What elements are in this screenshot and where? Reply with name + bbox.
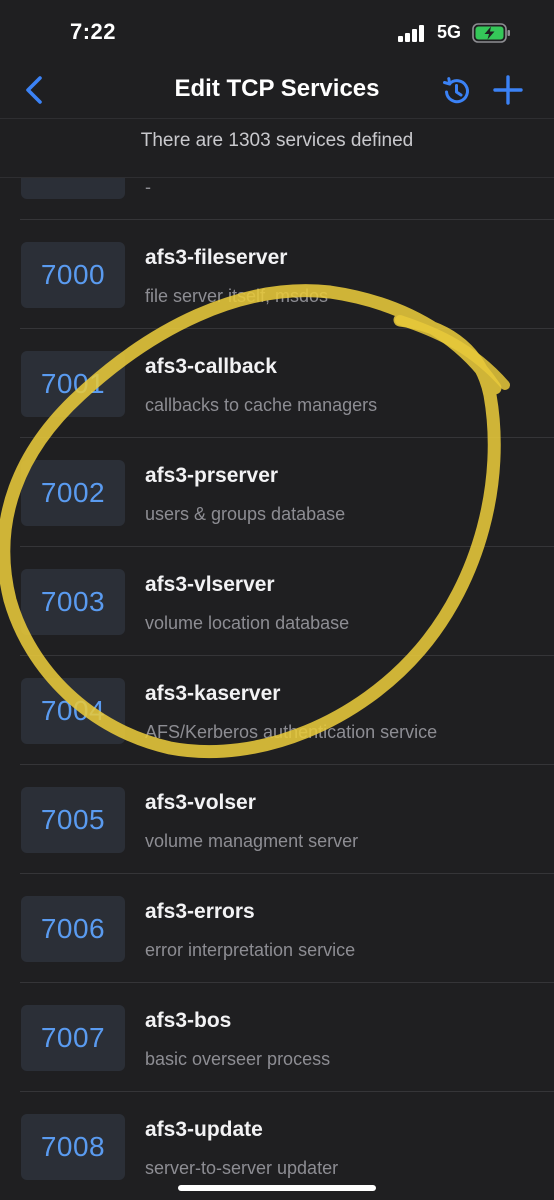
plus-icon: [493, 75, 523, 105]
port-number-badge: 7008: [21, 1114, 125, 1180]
port-number-badge: 7000: [21, 242, 125, 308]
service-name: afs3-callback: [145, 355, 277, 378]
service-description: AFS/Kerberos authentication service: [145, 722, 438, 742]
port-number-badge: 7006: [21, 896, 125, 962]
history-button[interactable]: [438, 73, 474, 109]
service-name: afs3-kaserver: [145, 682, 281, 705]
service-row[interactable]: 7007 afs3-bos basic overseer process: [0, 983, 554, 1092]
service-name: afs3-prserver: [145, 464, 279, 487]
service-row[interactable]: 7000 afs3-fileserver file server itself, m…: [0, 220, 554, 329]
port-number-badge: 7007: [21, 1005, 125, 1071]
service-description: volume location database: [145, 613, 350, 633]
navigation-bar: Edit TCP Services: [0, 62, 554, 119]
service-name: afs3-vlserver: [145, 573, 275, 596]
service-name: afs3-errors: [145, 900, 255, 923]
home-indicator[interactable]: [178, 1185, 376, 1191]
add-service-button[interactable]: [490, 72, 526, 108]
history-icon: [443, 77, 469, 104]
service-name: afs3-fileserver: [145, 246, 288, 269]
service-row[interactable]: 7008 afs3-update server-to-server updater: [0, 1092, 554, 1200]
status-bar: 7:22 5G: [0, 0, 554, 62]
service-description: -: [145, 177, 151, 197]
battery-charging-icon: [472, 23, 510, 43]
port-number-badge: 7001: [21, 351, 125, 417]
port-number-badge: 7002: [21, 460, 125, 526]
port-number-badge: 7005: [21, 787, 125, 853]
service-row[interactable]: 7001 afs3-callback callbacks to cache mana…: [0, 329, 554, 438]
network-type-label: 5G: [437, 22, 462, 42]
service-row[interactable]: 7005 afs3-volser volume managment server: [0, 765, 554, 874]
port-number-badge: 7003: [21, 569, 125, 635]
port-number-badge: 7004: [21, 678, 125, 744]
service-row[interactable]: 7003 afs3-vlserver volume location databas…: [0, 547, 554, 656]
status-time: 7:22: [70, 19, 117, 44]
services-list-content: 6969- 7000 afs3-fileserver file server itse…: [0, 177, 554, 1200]
service-row[interactable]: 7004 afs3-kaserver AFS/Kerberos authentica…: [0, 656, 554, 765]
port-number-badge: 6969: [21, 178, 125, 199]
service-description: callbacks to cache managers: [145, 395, 378, 415]
service-row[interactable]: 7006 afs3-errors error interpretation serv…: [0, 874, 554, 983]
service-name: afs3-update: [145, 1118, 263, 1141]
service-name: afs3-bos: [145, 1009, 232, 1032]
cellular-signal-icon: [398, 24, 426, 42]
screen: 7:22 5G Edit TCP Services There are 1303…: [0, 0, 554, 1200]
service-row[interactable]: 6969-: [0, 177, 554, 220]
service-description: basic overseer process: [145, 1049, 331, 1069]
service-description: server-to-server updater: [145, 1158, 339, 1178]
service-description: error interpretation service: [145, 940, 356, 960]
services-list[interactable]: 6969- 7000 afs3-fileserver file server itse…: [0, 177, 554, 1200]
service-name: afs3-volser: [145, 791, 256, 814]
service-description: file server itself, msdos: [145, 286, 329, 306]
service-row[interactable]: 7002 afs3-prserver users & groups database: [0, 438, 554, 547]
services-count-label: There are 1303 services defined: [140, 130, 414, 151]
service-description: volume managment server: [145, 831, 359, 851]
service-description: users & groups database: [145, 504, 346, 524]
